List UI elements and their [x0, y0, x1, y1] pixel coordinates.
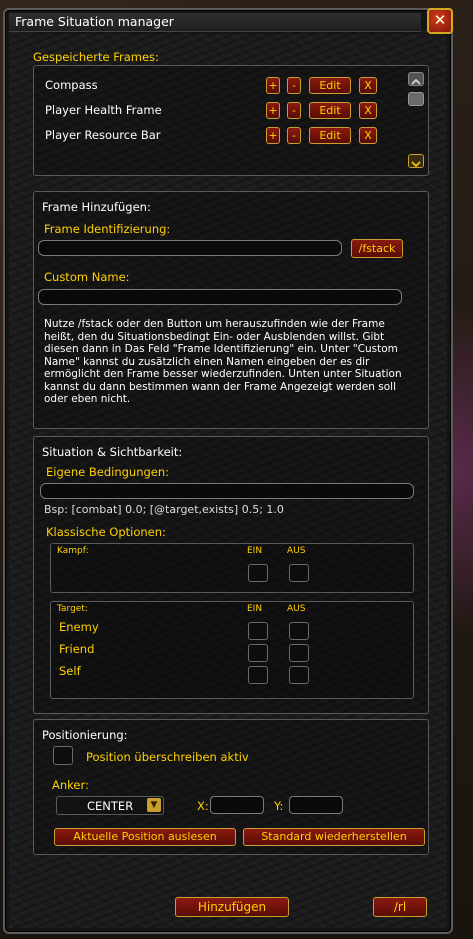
chevron-down-icon — [411, 161, 421, 168]
anchor-value: CENTER — [87, 799, 134, 813]
position-override-label: Position überschreiben aktiv — [86, 750, 249, 764]
add-button[interactable]: Hinzufügen — [175, 897, 289, 917]
minus-button[interactable]: - — [287, 102, 301, 119]
own-conditions-input[interactable] — [40, 483, 414, 499]
saved-frames-heading: Gespeicherte Frames: — [33, 50, 159, 64]
position-section: Positionierung: Position überschreiben a… — [33, 719, 429, 855]
plus-button[interactable]: + — [266, 77, 280, 94]
self-off-checkbox[interactable] — [289, 666, 309, 684]
combat-box: Kampf: EIN AUS — [50, 543, 414, 593]
frame-id-input[interactable] — [38, 240, 342, 256]
classic-options-label: Klassische Optionen: — [46, 525, 166, 539]
target-label: Target: — [57, 604, 88, 614]
situation-heading: Situation & Sichtbarkeit: — [42, 445, 183, 459]
reload-button[interactable]: /rl — [373, 897, 427, 917]
edit-button[interactable]: Edit — [309, 102, 351, 119]
frame-id-label: Frame Identifizierung: — [44, 222, 171, 236]
saved-section-top — [31, 32, 429, 34]
add-frame-help-text: Nutze /fstack oder den Button um herausz… — [44, 318, 402, 405]
target-friend-label: Friend — [59, 642, 95, 656]
enemy-off-checkbox[interactable] — [289, 622, 309, 640]
self-on-checkbox[interactable] — [248, 666, 268, 684]
title-bar[interactable]: Frame Situation manager — [9, 13, 421, 32]
own-conditions-label: Eigene Bedingungen: — [46, 465, 170, 479]
edit-button[interactable]: Edit — [309, 77, 351, 94]
situation-section: Situation & Sichtbarkeit: Eigene Bedingu… — [33, 436, 429, 714]
custom-name-label: Custom Name: — [44, 270, 130, 284]
read-position-button[interactable]: Aktuelle Position auslesen — [54, 828, 236, 846]
delete-button[interactable]: X — [359, 77, 377, 94]
conditions-example-text: Bsp: [combat] 0.0; [@target,exists] 0.5;… — [44, 503, 284, 516]
edit-button[interactable]: Edit — [309, 127, 351, 144]
target-enemy-label: Enemy — [59, 620, 99, 634]
saved-frames-list: Compass + - Edit X Player Health Frame +… — [33, 65, 429, 176]
chevron-down-icon[interactable]: ▼ — [147, 798, 161, 812]
saved-frame-name: Compass — [45, 78, 98, 92]
off-column-header: AUS — [287, 604, 306, 614]
reset-position-button[interactable]: Standard wiederherstellen — [243, 828, 425, 846]
saved-frame-name: Player Resource Bar — [45, 128, 161, 142]
on-column-header: EIN — [247, 604, 263, 614]
position-override-checkbox[interactable] — [53, 746, 73, 765]
fstack-button[interactable]: /fstack — [351, 239, 403, 258]
friend-on-checkbox[interactable] — [248, 644, 268, 662]
friend-off-checkbox[interactable] — [289, 644, 309, 662]
saved-frame-name: Player Health Frame — [45, 103, 162, 117]
minus-button[interactable]: - — [287, 127, 301, 144]
combat-off-checkbox[interactable] — [289, 564, 309, 582]
combat-label: Kampf: — [57, 546, 89, 556]
combat-on-checkbox[interactable] — [248, 564, 268, 582]
x-label: X: — [197, 799, 209, 813]
delete-button[interactable]: X — [359, 102, 377, 119]
chevron-up-icon — [411, 78, 421, 85]
position-heading: Positionierung: — [42, 728, 128, 742]
scroll-down-button[interactable] — [408, 154, 424, 168]
on-column-header: EIN — [247, 546, 263, 556]
plus-button[interactable]: + — [266, 127, 280, 144]
close-button[interactable]: ✕ — [427, 8, 453, 34]
custom-name-input[interactable] — [38, 289, 402, 305]
target-self-label: Self — [59, 664, 81, 678]
scrollbar-thumb[interactable] — [408, 92, 424, 106]
off-column-header: AUS — [287, 546, 306, 556]
add-frame-section: Frame Hinzufügen: Frame Identifizierung:… — [33, 191, 429, 429]
scroll-up-button[interactable] — [408, 72, 424, 86]
add-frame-heading: Frame Hinzufügen: — [42, 200, 151, 214]
window-title: Frame Situation manager — [15, 14, 174, 29]
frame-situation-manager-window: Frame Situation manager ✕ Gespeicherte F… — [3, 8, 453, 934]
minus-button[interactable]: - — [287, 77, 301, 94]
enemy-on-checkbox[interactable] — [248, 622, 268, 640]
target-box: Target: EIN AUS Enemy Friend Self — [50, 601, 414, 699]
anchor-label: Anker: — [52, 778, 89, 792]
plus-button[interactable]: + — [266, 102, 280, 119]
y-label: Y: — [274, 799, 284, 813]
y-input[interactable] — [289, 796, 343, 814]
anchor-dropdown[interactable]: CENTER ▼ — [56, 796, 164, 815]
x-input[interactable] — [210, 796, 264, 814]
delete-button[interactable]: X — [359, 127, 377, 144]
